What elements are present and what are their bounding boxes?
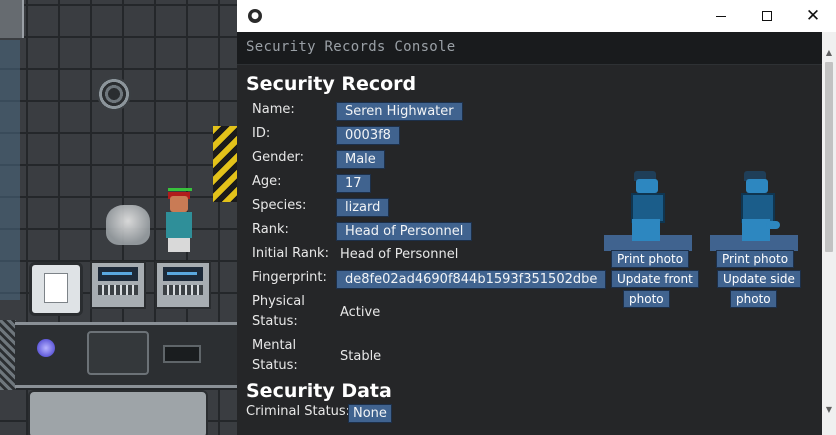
game-viewport[interactable] xyxy=(0,0,237,435)
rank-label: Rank: xyxy=(252,222,289,237)
photocopier[interactable] xyxy=(29,262,83,316)
maximize-icon xyxy=(762,11,772,21)
health-bar xyxy=(168,188,192,191)
floor-grate xyxy=(0,320,16,390)
initial-rank-label: Initial Rank: xyxy=(252,246,329,261)
mental-status-value[interactable]: Stable xyxy=(336,348,385,365)
age-value[interactable]: 17 xyxy=(336,174,371,193)
gender-value[interactable]: Male xyxy=(336,150,385,169)
hazard-stripes xyxy=(213,126,237,202)
minimize-icon xyxy=(716,15,726,17)
floor-vent[interactable] xyxy=(97,77,131,111)
physical-status-value[interactable]: Active xyxy=(336,304,384,321)
species-label: Species: xyxy=(252,198,307,213)
title-bar[interactable]: ● ✕ xyxy=(237,0,836,32)
update-side-photo-button-line2[interactable]: photo xyxy=(730,290,777,308)
light-orb[interactable] xyxy=(37,339,55,357)
wall-tile xyxy=(0,0,24,38)
scroll-down-icon[interactable]: ▼ xyxy=(822,403,836,417)
fingerprint-label: Fingerprint: xyxy=(252,270,327,285)
byond-icon[interactable]: ● xyxy=(248,9,262,23)
species-value[interactable]: lizard xyxy=(336,198,390,217)
physical-status-label-line2: Status: xyxy=(252,314,298,329)
id-value[interactable]: 0003f8 xyxy=(336,126,400,145)
scroll-up-icon[interactable]: ▲ xyxy=(822,46,836,60)
records-window: ● ✕ Security Records Console Security Re… xyxy=(237,0,836,435)
machine-frame xyxy=(28,390,208,435)
physical-status-label-line1: Physical xyxy=(252,294,305,309)
update-front-photo-button[interactable]: Update front xyxy=(611,270,699,288)
records-console[interactable] xyxy=(155,261,211,309)
front-photo xyxy=(604,167,692,251)
counter-table[interactable] xyxy=(15,322,237,388)
gender-label: Gender: xyxy=(252,150,305,165)
fingerprint-value[interactable]: de8fe02ad4690f844b1593f351502dbe xyxy=(336,270,607,289)
console-title: Security Records Console xyxy=(246,39,456,55)
close-icon: ✕ xyxy=(805,5,821,26)
vertical-scrollbar[interactable]: ▲ ▼ xyxy=(822,32,836,435)
close-button[interactable]: ✕ xyxy=(790,0,836,32)
criminal-status-value[interactable]: None xyxy=(348,404,392,423)
security-record-heading: Security Record xyxy=(246,73,417,95)
paper-icon xyxy=(44,273,68,303)
security-data-heading: Security Data xyxy=(246,380,392,402)
console-header: Security Records Console xyxy=(237,32,822,65)
window-tile xyxy=(0,40,20,300)
maximize-button[interactable] xyxy=(744,0,790,32)
print-side-photo-button[interactable]: Print photo xyxy=(716,250,795,268)
pad-object[interactable] xyxy=(87,331,149,375)
mental-status-label-line1: Mental xyxy=(252,338,297,353)
minimize-button[interactable] xyxy=(698,0,744,32)
age-label: Age: xyxy=(252,174,282,189)
update-side-photo-button[interactable]: Update side xyxy=(717,270,801,288)
initial-rank-value: Head of Personnel xyxy=(340,247,459,262)
update-front-photo-button-line2[interactable]: photo xyxy=(623,290,670,308)
criminal-status-label: Criminal Status: xyxy=(246,404,351,419)
name-value[interactable]: Seren Highwater xyxy=(336,102,463,121)
player-character[interactable] xyxy=(160,188,198,258)
rank-value[interactable]: Head of Personnel xyxy=(336,222,473,241)
print-front-photo-button[interactable]: Print photo xyxy=(611,250,690,268)
side-photo xyxy=(710,167,798,251)
mental-status-label-line2: Status: xyxy=(252,358,298,373)
name-label: Name: xyxy=(252,102,295,117)
scroll-thumb[interactable] xyxy=(825,62,833,252)
handheld-device[interactable] xyxy=(163,345,201,363)
computer-console[interactable] xyxy=(90,261,146,309)
lizard-side-sprite xyxy=(736,171,780,245)
record-content: Security Record Name: Seren Highwater ID… xyxy=(237,65,822,435)
id-label: ID: xyxy=(252,126,271,141)
ghost-sprite[interactable] xyxy=(106,205,150,245)
lizard-front-sprite xyxy=(626,171,666,245)
